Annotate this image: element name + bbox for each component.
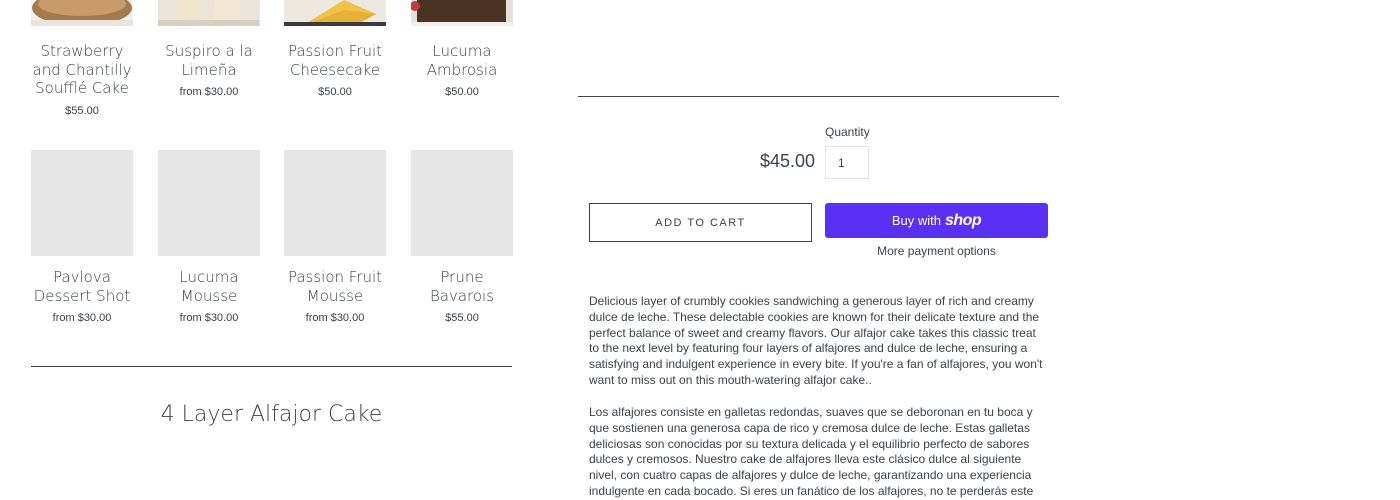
product-card[interactable]: Prune Bavarois $55.00 — [411, 268, 513, 324]
product-price: $55.00 — [65, 104, 99, 117]
product-image-strawberry-cake[interactable] — [31, 0, 133, 26]
product-image-placeholder[interactable] — [284, 150, 386, 256]
add-to-cart-button[interactable]: Add to cart — [589, 203, 812, 242]
product-card[interactable]: Strawberry and Chantilly Soufflé Cake $5… — [31, 42, 133, 117]
product-card[interactable]: Lucuma Mousse from $30.00 — [158, 268, 260, 324]
product-price: from $30.00 — [179, 312, 239, 324]
product-title[interactable]: Prune Bavarois — [411, 268, 513, 305]
product-card[interactable]: Passion Fruit Cheesecake $50.00 — [284, 42, 386, 98]
product-price: $45.00 — [760, 151, 816, 171]
product-title[interactable]: Strawberry and Chantilly Soufflé Cake — [31, 42, 133, 98]
product-card[interactable]: Pavlova Dessert Shot from $30.00 — [31, 268, 133, 324]
product-price: $50.00 — [318, 86, 352, 98]
product-price: $50.00 — [445, 86, 479, 98]
shop-logo: shop — [944, 211, 982, 229]
product-image-placeholder[interactable] — [158, 150, 260, 256]
product-title[interactable]: Passion Fruit Mousse — [284, 268, 386, 305]
product-card[interactable]: Suspiro a la Limeña from $30.00 — [158, 42, 260, 98]
product-title[interactable]: Passion Fruit Cheesecake — [284, 42, 386, 79]
product-title[interactable]: Lucuma Ambrosia — [411, 42, 513, 79]
product-image-placeholder[interactable] — [411, 150, 513, 256]
product-image-lucuma-ambrosia[interactable] — [411, 0, 513, 26]
product-card[interactable]: Passion Fruit Mousse from $30.00 — [284, 268, 386, 324]
product-price: from $30.00 — [52, 312, 112, 324]
next-product-title: 4 Layer Alfajor Cake — [160, 402, 383, 427]
buy-with-shop-button[interactable]: Buy with shop — [825, 203, 1048, 238]
product-image-suspiro[interactable] — [158, 0, 260, 26]
product-price: $55.00 — [445, 312, 479, 324]
product-title[interactable]: Suspiro a la Limeña — [158, 42, 260, 79]
quantity-label: Quantity — [825, 125, 870, 139]
product-page: Strawberry and Chantilly Soufflé Cake $5… — [0, 0, 1400, 500]
product-price: from $30.00 — [305, 312, 365, 324]
section-divider — [578, 96, 1059, 97]
buy-with-label: Buy with — [891, 213, 941, 228]
product-description-english: Delicious layer of crumbly cookies sandw… — [589, 294, 1043, 387]
product-image-placeholder[interactable] — [31, 150, 133, 256]
product-description-spanish: Los alfajores consiste en galletas redon… — [589, 405, 1034, 500]
product-title[interactable]: Pavlova Dessert Shot — [31, 268, 133, 305]
section-divider — [31, 366, 512, 367]
product-card[interactable]: Lucuma Ambrosia $50.00 — [411, 42, 513, 98]
quantity-input[interactable] — [825, 146, 869, 179]
more-payment-options-link[interactable]: More payment options — [825, 244, 1048, 258]
product-title[interactable]: Lucuma Mousse — [158, 268, 260, 305]
product-price: from $30.00 — [179, 86, 239, 98]
product-image-passion-cheesecake[interactable] — [284, 0, 386, 26]
